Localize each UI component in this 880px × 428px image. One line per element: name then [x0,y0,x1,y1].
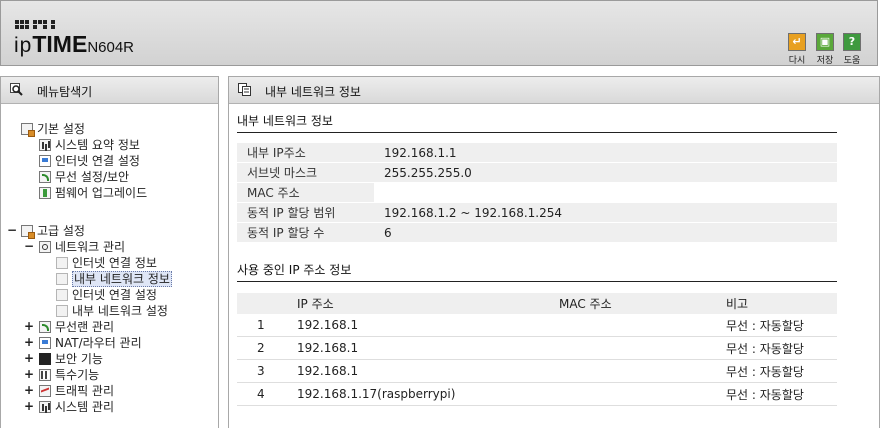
page-icon [56,273,68,285]
lock-icon [39,353,51,365]
help-label: 도움 [843,56,861,66]
wireless-icon [39,171,51,183]
folder-icon [21,225,35,239]
info-row-dhcp-count: 동적 IP 할당 수 6 [237,222,837,243]
collapse-toggle-advanced[interactable]: − [7,223,17,237]
magnifier-icon [10,83,23,96]
bar-chart-icon [39,401,51,413]
traffic-graph-icon [39,385,51,397]
section-title-lan-info: 내부 네트워크 정보 [237,112,837,133]
tree-basic-settings[interactable]: 기본 설정 [21,121,85,137]
expand-toggle-special[interactable]: + [24,367,34,381]
lan-info-table: 내부 IP주소 192.168.1.1 서브넷 마스크 255.255.255.… [237,143,837,243]
tree-network-management[interactable]: 네트워크 관리 [39,239,125,255]
column-mac: MAC 주소 [558,293,725,314]
app-header: ipTIMEN604R ↵ 다시 ▣ 저장 ? 도움 [0,0,878,66]
menu-explorer-panel: 메뉴탐색기 기본 설정 시스템 요약 정보 인터넷 연결 설정 무선 설정/보안… [0,76,219,428]
router-icon [39,337,51,349]
tree-system-management[interactable]: 시스템 관리 [39,399,114,415]
tree-item-internet-config[interactable]: 인터넷 연결 설정 [56,287,157,303]
info-row-dhcp-range: 동적 IP 할당 범위 192.168.1.2 ~ 192.168.1.254 [237,202,837,223]
save-label: 저장 [816,56,834,66]
tree-security[interactable]: 보안 기능 [39,351,103,367]
table-row: 3 192.168.1 무선 : 자동할당 [237,359,837,383]
column-ip: IP 주소 [296,293,558,314]
upgrade-icon [39,187,51,199]
bar-chart-icon [39,139,51,151]
save-button[interactable]: ▣ 저장 [814,33,836,66]
expand-toggle-wireless[interactable]: + [24,319,34,333]
tree-item-firmware-upgrade[interactable]: 펌웨어 업그레이드 [39,185,147,201]
tree-item-lan-info[interactable]: 내부 네트워크 정보 [56,271,172,287]
tree-nat-router[interactable]: NAT/라우터 관리 [39,335,142,351]
expand-toggle-system[interactable]: + [24,399,34,413]
logo-mark [15,13,56,29]
save-icon: ▣ [816,33,834,51]
tree-wireless-management[interactable]: 무선랜 관리 [39,319,114,335]
info-row-ip: 내부 IP주소 192.168.1.1 [237,143,837,163]
tree-item-wireless-security[interactable]: 무선 설정/보안 [39,169,129,185]
info-row-subnet: 서브넷 마스크 255.255.255.0 [237,162,837,183]
brand-logo: ipTIMEN604R [14,31,135,57]
content-panel: 내부 네트워크 정보 내부 네트워크 정보 내부 IP주소 192.168.1.… [228,76,880,428]
page-icon [56,257,68,269]
tree-advanced-settings[interactable]: 고급 설정 [21,223,85,239]
expand-toggle-security[interactable]: + [24,351,34,365]
tree-special-features[interactable]: 특수기능 [39,367,99,383]
tree-item-lan-config[interactable]: 내부 네트워크 설정 [56,303,168,319]
menu-explorer-header: 메뉴탐색기 [1,77,218,104]
model-name: N604R [87,39,135,56]
ip-table-header: IP 주소 MAC 주소 비고 [237,293,837,314]
table-row: 2 192.168.1 무선 : 자동할당 [237,336,837,360]
table-row: 1 192.168.1 무선 : 자동할당 [237,314,837,337]
copy-pages-icon [238,83,251,96]
wireless-icon [39,321,51,333]
monitor-icon [39,155,51,167]
help-icon: ? [843,33,861,51]
expand-toggle-nat[interactable]: + [24,335,34,349]
content-header: 내부 네트워크 정보 [229,77,879,104]
content-title: 내부 네트워크 정보 [265,85,361,99]
menu-explorer-title: 메뉴탐색기 [37,85,93,99]
network-icon [39,241,51,253]
expand-toggle-traffic[interactable]: + [24,383,34,397]
folder-icon [21,123,35,137]
help-button[interactable]: ? 도움 [841,33,863,66]
tree-item-system-summary[interactable]: 시스템 요약 정보 [39,137,140,153]
refresh-button[interactable]: ↵ 다시 [786,33,808,66]
tree-traffic-management[interactable]: 트래픽 관리 [39,383,114,399]
column-note: 비고 [725,293,837,314]
info-row-mac: MAC 주소 [237,182,837,203]
page-icon [56,289,68,301]
column-number [237,293,296,314]
ip-usage-table: IP 주소 MAC 주소 비고 1 192.168.1 무선 : 자동할당 2 … [237,293,837,406]
section-title-ip-usage: 사용 중인 IP 주소 정보 [237,261,837,282]
table-row: 4 192.168.1.17(raspberrypi) 무선 : 자동할당 [237,382,837,406]
refresh-label: 다시 [788,56,806,66]
collapse-toggle-network[interactable]: − [24,239,34,253]
refresh-icon: ↵ [788,33,806,51]
page-icon [56,305,68,317]
tree-item-internet-info[interactable]: 인터넷 연결 정보 [56,255,157,271]
tree-item-internet-setup[interactable]: 인터넷 연결 설정 [39,153,140,169]
special-features-icon [39,369,51,381]
